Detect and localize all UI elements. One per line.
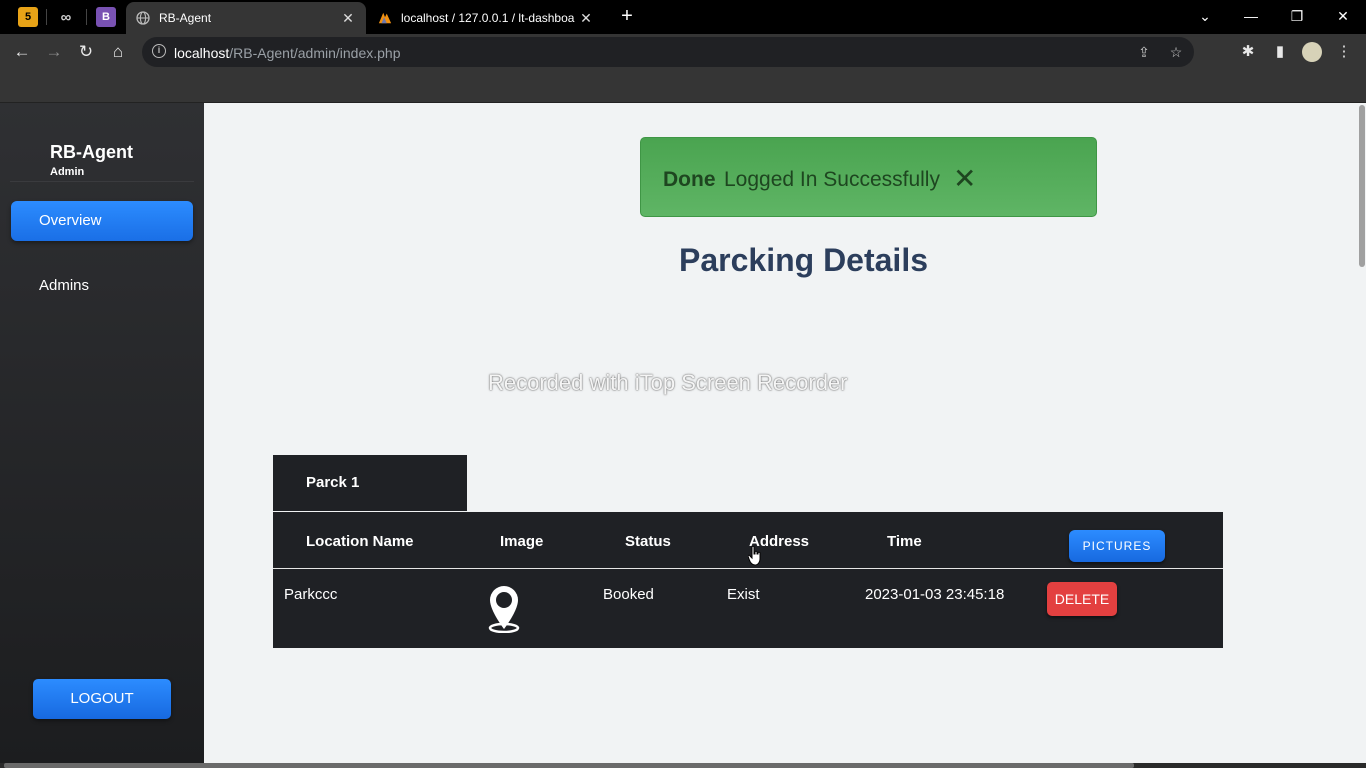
success-alert: Done Logged In Successfully ✕	[640, 137, 1097, 217]
tab-search-icon[interactable]: ⌄	[1182, 4, 1228, 28]
address-bar[interactable]: i localhost/RB-Agent/admin/index.php ⇪ ☆	[142, 37, 1194, 67]
tab-phpmyadmin[interactable]: localhost / 127.0.0.1 / lt-dashboa ✕	[368, 2, 604, 34]
bookmark-bar	[0, 70, 1366, 103]
column-header: Time	[887, 533, 922, 550]
sidebar-item-admins[interactable]: Admins	[11, 266, 193, 306]
url-text: localhost/RB-Agent/admin/index.php	[174, 45, 401, 61]
alert-message: Logged In Successfully	[724, 168, 940, 191]
tab-rb-agent[interactable]: RB-Agent ✕	[126, 2, 366, 34]
browser-tab-bar: 5 ∞ B RB-Agent ✕ localhost / 127.0.0.1 /…	[0, 0, 1366, 34]
cell-location: Parkccc	[284, 586, 338, 603]
close-tab-icon[interactable]: ✕	[578, 10, 594, 27]
browser-toolbar: ← → ↻ ⌂ i localhost/RB-Agent/admin/index…	[0, 34, 1366, 70]
scrollbar-thumb[interactable]	[1359, 105, 1365, 267]
restore-button[interactable]: ❐	[1274, 4, 1320, 28]
page-title: Parcking Details	[679, 242, 928, 278]
brand-role: Admin	[50, 166, 85, 178]
globe-icon	[136, 11, 150, 25]
vertical-scrollbar[interactable]	[1358, 103, 1366, 763]
pictures-button[interactable]: PICTURES	[1069, 530, 1165, 562]
column-header: Status	[625, 533, 671, 550]
alert-title: Done	[663, 168, 716, 191]
sidebar-divider	[10, 181, 194, 182]
share-icon[interactable]: ⇪	[1135, 43, 1153, 61]
close-tab-icon[interactable]: ✕	[340, 10, 356, 27]
profile-avatar[interactable]	[1302, 42, 1322, 62]
parking-table: Location Name Image Status Address Time …	[273, 512, 1223, 648]
logout-button[interactable]: LOGOUT	[33, 679, 171, 719]
minimize-button[interactable]: —	[1228, 4, 1274, 28]
menu-icon[interactable]: ⋮	[1334, 42, 1354, 62]
html5-icon[interactable]: 5	[18, 7, 38, 27]
cell-address: Exist	[727, 586, 760, 603]
extensions-icon[interactable]: ✱	[1238, 42, 1258, 62]
tab-divider	[46, 9, 47, 25]
close-icon[interactable]: ✕	[953, 162, 976, 195]
close-window-button[interactable]: ✕	[1320, 4, 1366, 28]
cell-time: 2023-01-03 23:45:18	[865, 586, 1005, 603]
cell-status: Booked	[603, 586, 654, 603]
side-panel-icon[interactable]: ▮	[1270, 42, 1290, 62]
tab-divider	[86, 9, 87, 25]
recorder-watermark: Recorded with iTop Screen Recorder	[488, 370, 848, 395]
forward-icon[interactable]: →	[42, 40, 66, 64]
page-content: RB-Agent Admin Overview Admins LOGOUT Do…	[0, 103, 1366, 763]
home-icon[interactable]: ⌂	[106, 40, 130, 64]
column-header: Image	[500, 533, 544, 550]
site-info-icon[interactable]: i	[152, 44, 166, 58]
delete-button[interactable]: DELETE	[1047, 582, 1117, 616]
new-tab-button[interactable]: +	[616, 5, 638, 27]
bookmark-star-icon[interactable]: ☆	[1167, 43, 1185, 61]
tab-title: localhost / 127.0.0.1 / lt-dashboa	[401, 11, 575, 25]
scrollbar-thumb[interactable]	[4, 763, 1134, 768]
reload-icon[interactable]: ↻	[74, 40, 98, 64]
column-header: Location Name	[306, 533, 414, 550]
bootstrap-icon[interactable]: B	[96, 7, 116, 27]
back-icon[interactable]: ←	[10, 40, 34, 64]
horizontal-scrollbar[interactable]	[0, 763, 1366, 768]
brand-title: RB-Agent	[50, 142, 133, 162]
infinity-icon[interactable]: ∞	[56, 7, 76, 27]
parck-tab[interactable]: Parck 1	[273, 455, 467, 511]
location-pin-icon[interactable]	[486, 583, 522, 634]
sidebar: RB-Agent Admin Overview Admins LOGOUT	[0, 103, 204, 763]
mouse-cursor-icon	[748, 546, 761, 566]
tab-title: RB-Agent	[159, 11, 212, 25]
phpmyadmin-icon	[378, 11, 392, 25]
sidebar-item-overview[interactable]: Overview	[11, 201, 193, 241]
